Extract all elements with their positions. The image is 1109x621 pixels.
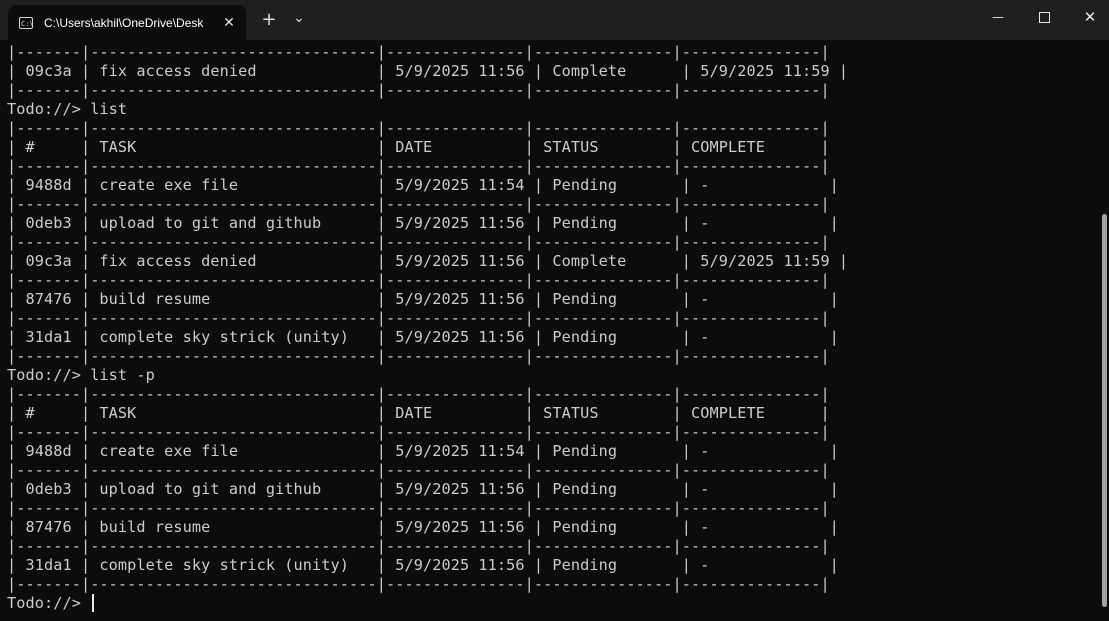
vertical-scrollbar[interactable]	[1102, 214, 1107, 607]
new-tab-button[interactable]: +	[256, 8, 282, 32]
terminal-line: |-------|-------------------------------…	[7, 81, 830, 99]
prompt-text: Todo://>	[7, 594, 91, 612]
terminal-line: | # | TASK | DATE | STATUS | COMPLETE |	[7, 404, 830, 422]
terminal-line: | # | TASK | DATE | STATUS | COMPLETE |	[7, 138, 830, 156]
minimize-button[interactable]: —	[975, 0, 1021, 34]
terminal-line: Todo://> list -p	[7, 366, 155, 384]
maximize-button[interactable]	[1021, 0, 1067, 34]
terminal-line: |-------|-------------------------------…	[7, 537, 830, 555]
terminal-line: |-------|-------------------------------…	[7, 423, 830, 441]
terminal-line: | 9488d | create exe file | 5/9/2025 11:…	[7, 442, 839, 460]
terminal-line: |-------|-------------------------------…	[7, 385, 830, 403]
terminal-lines: |-------|-------------------------------…	[0, 43, 1096, 594]
tab-title: C:\Users\akhil\OneDrive\Desk	[44, 15, 204, 30]
terminal-line: | 0deb3 | upload to git and github | 5/9…	[7, 214, 839, 232]
terminal-line: |-------|-------------------------------…	[7, 157, 830, 175]
terminal-line: | 87476 | build resume | 5/9/2025 11:56 …	[7, 518, 839, 536]
terminal-tab[interactable]: C:\ C:\Users\akhil\OneDrive\Desk ✕	[8, 5, 246, 40]
prompt-line: Todo://>	[7, 594, 1096, 613]
close-window-button[interactable]: ✕	[1067, 0, 1109, 34]
terminal-line: | 0deb3 | upload to git and github | 5/9…	[7, 480, 839, 498]
terminal-icon: C:\	[19, 16, 34, 29]
terminal-line: | 09c3a | fix access denied | 5/9/2025 1…	[7, 62, 849, 80]
maximize-icon	[1038, 12, 1050, 23]
terminal-line: |-------|-------------------------------…	[7, 575, 830, 593]
terminal-line: |-------|-------------------------------…	[7, 347, 830, 365]
terminal-line: Todo://> list	[7, 100, 128, 118]
terminal-line: |-------|-------------------------------…	[7, 43, 830, 61]
terminal-line: |-------|-------------------------------…	[7, 499, 830, 517]
terminal-line: | 9488d | create exe file | 5/9/2025 11:…	[7, 176, 839, 194]
terminal-line: |-------|-------------------------------…	[7, 233, 830, 251]
terminal-line: |-------|-------------------------------…	[7, 461, 830, 479]
terminal-line: | 31da1 | complete sky strick (unity) | …	[7, 556, 839, 574]
chevron-down-icon[interactable]: ⌄	[286, 8, 312, 32]
text-cursor	[92, 594, 95, 612]
terminal-line: | 09c3a | fix access denied | 5/9/2025 1…	[7, 252, 849, 270]
title-bar: C:\ C:\Users\akhil\OneDrive\Desk ✕ + ⌄ —…	[0, 0, 1109, 40]
terminal-line: |-------|-------------------------------…	[7, 309, 830, 327]
terminal-output[interactable]: |-------|-------------------------------…	[0, 43, 1096, 621]
terminal-line: |-------|-------------------------------…	[7, 119, 830, 137]
terminal-line: | 31da1 | complete sky strick (unity) | …	[7, 328, 839, 346]
close-tab-icon[interactable]: ✕	[220, 14, 238, 32]
terminal-line: |-------|-------------------------------…	[7, 271, 830, 289]
terminal-line: | 87476 | build resume | 5/9/2025 11:56 …	[7, 290, 839, 308]
terminal-line: |-------|-------------------------------…	[7, 195, 830, 213]
